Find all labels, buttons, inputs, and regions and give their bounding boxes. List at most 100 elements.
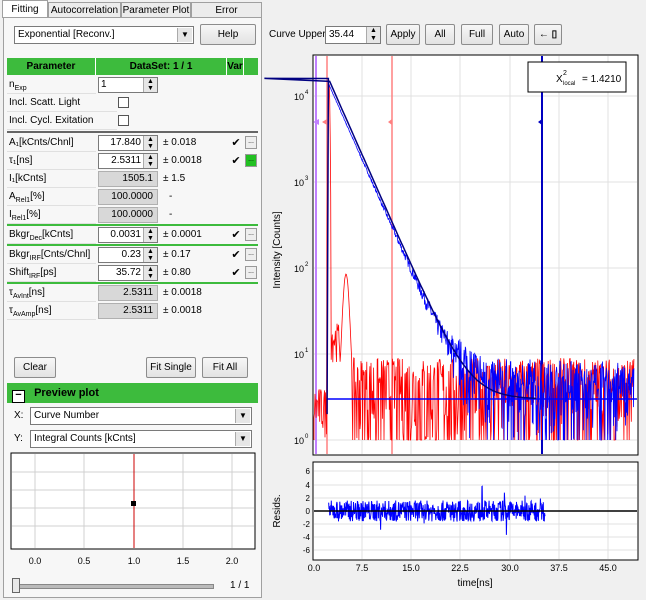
- row-shift-irf: ShiftIRF[ps] 35.72 ▲ ▼ ± 0.80 ✔ ...: [7, 264, 258, 282]
- decay-y-tick-exp: 0: [305, 434, 309, 440]
- spin-arrows-icon[interactable]: ▲ ▼: [143, 78, 157, 92]
- a1-options-button[interactable]: ...: [245, 136, 257, 149]
- header-var: Var: [227, 58, 244, 75]
- preview-plot: 0.0 0.5 1.0 1.5 2.0: [10, 452, 256, 566]
- collapse-icon[interactable]: −: [12, 390, 25, 403]
- cycl-label: Incl. Cycl. Exitation: [7, 112, 117, 130]
- bkgr-dec-spinbox[interactable]: 0.0031 ▲ ▼: [98, 227, 158, 243]
- tab-fitting[interactable]: Fitting: [2, 0, 48, 18]
- a1-spinbox[interactable]: 17.840 ▲ ▼: [98, 135, 158, 151]
- residual-y-tick: 0: [306, 507, 311, 516]
- preview-x-tick: 2.0: [226, 556, 239, 566]
- curve-slider-handle[interactable]: [12, 578, 20, 593]
- scatt-label: Incl. Scatt. Light: [7, 94, 117, 112]
- t1-label: τ₁[ns]: [7, 152, 96, 170]
- bkgr-irf-options-button[interactable]: ...: [245, 248, 257, 261]
- spin-arrows-icon[interactable]: ▲ ▼: [143, 136, 157, 150]
- spin-arrows-icon[interactable]: ▲ ▼: [366, 27, 380, 43]
- curve-slider-track[interactable]: [12, 584, 214, 589]
- decay-y-tick-exp: 3: [305, 176, 309, 182]
- check-icon[interactable]: ✔: [229, 247, 243, 263]
- residual-y-tick: 6: [306, 467, 311, 476]
- tav-int-label: τAvInt[ns]: [7, 284, 96, 302]
- auto-button[interactable]: Auto: [499, 24, 529, 45]
- decay-y-tick-base: 10: [294, 264, 304, 274]
- preview-plot-header[interactable]: − Preview plot: [7, 383, 258, 403]
- t1-spinbox[interactable]: 2.5311 ▲ ▼: [98, 153, 158, 169]
- irel-value: 100.0000: [98, 207, 158, 223]
- curve-upper-spinbox[interactable]: 35.44 ▲ ▼: [325, 26, 381, 44]
- a1-label: A₁[kCnts/Chnl]: [7, 134, 96, 152]
- nexp-spinbox[interactable]: 1 ▲ ▼: [98, 77, 158, 93]
- slider-value: 1 / 1: [230, 580, 250, 591]
- curve-upper-value: 35.44: [329, 29, 355, 40]
- decay-y-tick-exp: 4: [305, 90, 309, 96]
- residual-y-tick: 2: [306, 494, 311, 503]
- residual-y-label: Resids.: [272, 494, 283, 527]
- chevron-down-icon: ▼: [235, 432, 250, 446]
- header-dataset: DataSet: 1 / 1: [96, 58, 227, 75]
- row-tav-int: τAvInt[ns] 2.5311 ± 0.0018: [7, 284, 258, 302]
- back-arrow-button[interactable]: ← ▯: [534, 24, 562, 45]
- curve-upper-label: Curve Upper: [269, 29, 326, 40]
- x-axis-select[interactable]: Curve Number ▼: [30, 407, 252, 425]
- decay-y-tick-exp: 2: [305, 262, 309, 268]
- residual-y-tick: -2: [303, 520, 311, 529]
- time-x-tick: 37.5: [550, 563, 568, 573]
- check-icon[interactable]: ✔: [229, 227, 243, 243]
- chi-sub: local: [563, 81, 575, 87]
- x-axis-select-value: Curve Number: [34, 410, 100, 421]
- apply-button[interactable]: Apply: [386, 24, 420, 45]
- spin-arrows-icon[interactable]: ▲ ▼: [143, 248, 157, 262]
- bkgr-dec-label: BkgrDec[kCnts]: [7, 226, 96, 244]
- spin-arrows-icon[interactable]: ▲ ▼: [143, 154, 157, 168]
- time-x-tick: 22.5: [451, 563, 469, 573]
- cycl-checkbox[interactable]: [118, 115, 129, 126]
- tav-amp-error: ± 0.0018: [163, 305, 202, 316]
- tab-autocorrelation[interactable]: Autocorrelation: [48, 2, 121, 17]
- preview-point: [131, 501, 136, 506]
- header-parameter: Parameter: [7, 58, 96, 75]
- preview-plot-title: Preview plot: [34, 387, 99, 399]
- decay-y-tick-base: 10: [294, 436, 304, 446]
- chi-symbol: X: [556, 74, 563, 85]
- chevron-down-icon: ▼: [177, 28, 192, 42]
- tab-error-estimation[interactable]: Error Estimation: [191, 2, 262, 31]
- bkgr-irf-spinbox[interactable]: 0.23 ▲ ▼: [98, 247, 158, 263]
- clear-button[interactable]: Clear: [14, 357, 56, 378]
- full-button[interactable]: Full: [461, 24, 493, 45]
- time-x-tick: 0.0: [308, 563, 321, 573]
- bkgr-irf-label: BkgrIRF[Cnts/Chnl]: [7, 246, 96, 264]
- time-x-tick: 15.0: [402, 563, 420, 573]
- spin-arrows-icon[interactable]: ▲ ▼: [143, 266, 157, 280]
- preview-x-tick: 1.5: [177, 556, 190, 566]
- y-axis-select[interactable]: Integral Counts [kCnts] ▼: [30, 430, 252, 448]
- fit-single-button[interactable]: Fit Single: [146, 357, 196, 378]
- spin-arrows-icon[interactable]: ▲ ▼: [143, 228, 157, 242]
- all-button[interactable]: All: [425, 24, 455, 45]
- chi-sup: 2: [563, 70, 567, 77]
- check-icon[interactable]: ✔: [229, 265, 243, 281]
- time-x-label: time[ns]: [457, 578, 492, 589]
- t1-error: ± 0.0018: [163, 155, 202, 166]
- row-tav-amp: τAvAmp[ns] 2.5311 ± 0.0018: [7, 302, 258, 320]
- header-extra: [244, 58, 258, 75]
- row-cycl: Incl. Cycl. Exitation: [7, 112, 258, 130]
- scatt-checkbox[interactable]: [118, 97, 129, 108]
- help-button[interactable]: Help: [200, 24, 256, 45]
- i1-label: I₁[kCnts]: [7, 170, 96, 188]
- shift-irf-options-button[interactable]: ...: [245, 266, 257, 279]
- fit-all-button[interactable]: Fit All: [202, 357, 248, 378]
- x-axis-label: X:: [14, 410, 24, 421]
- check-icon[interactable]: ✔: [229, 153, 243, 169]
- tav-int-value: 2.5311: [98, 285, 158, 301]
- model-select[interactable]: Exponential [Reconv.] ▼: [14, 26, 194, 44]
- tab-parameter-plot[interactable]: Parameter Plot: [121, 2, 191, 17]
- check-icon[interactable]: ✔: [229, 135, 243, 151]
- bkgr-dec-options-button[interactable]: ...: [245, 228, 257, 241]
- t1-options-button[interactable]: ...: [245, 154, 257, 167]
- residual-y-ticks: 6 4 2 0 -2 -4 -6: [303, 467, 311, 555]
- tav-int-error: ± 0.0018: [163, 287, 202, 298]
- shift-irf-spinbox[interactable]: 35.72 ▲ ▼: [98, 265, 158, 281]
- y-axis-select-value: Integral Counts [kCnts]: [34, 433, 136, 444]
